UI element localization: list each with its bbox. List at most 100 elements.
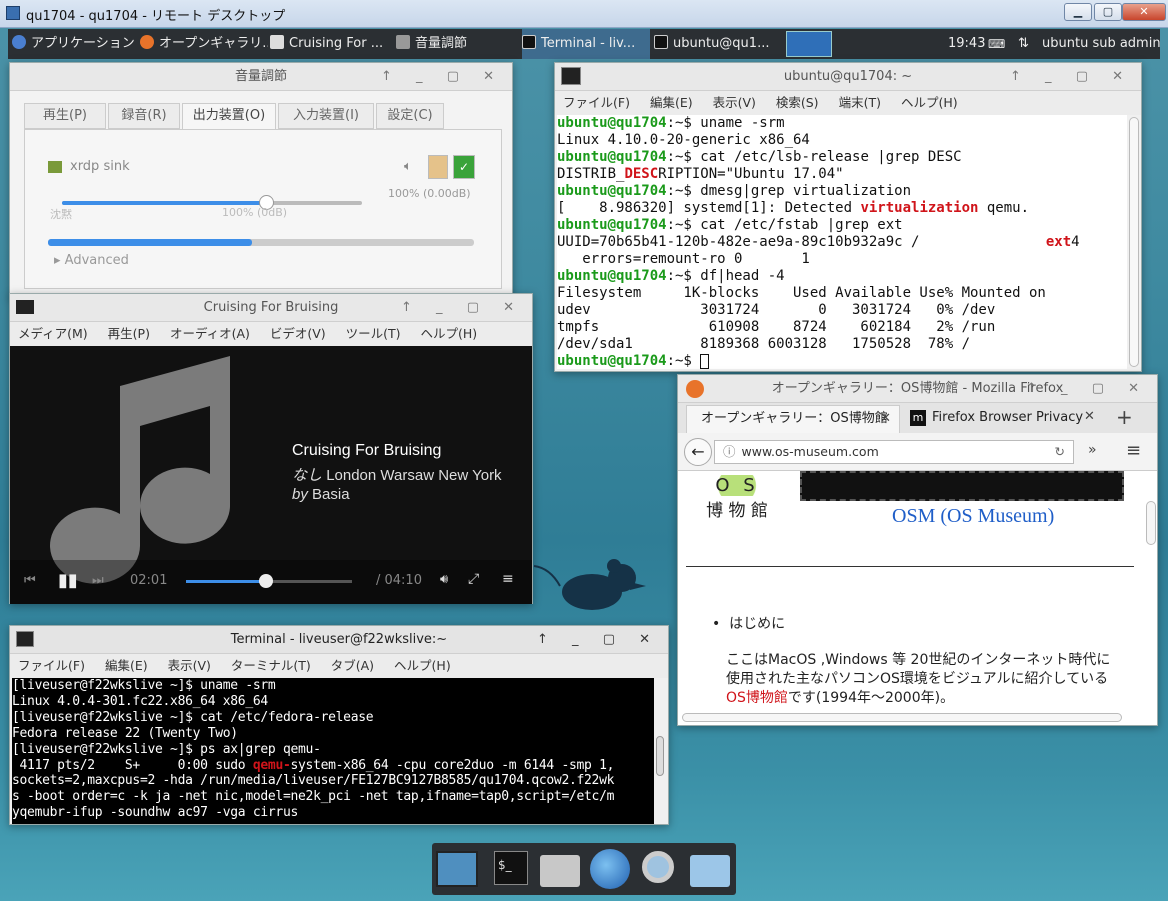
firefox-titlebar: オープンギャラリー：OS博物館 - Mozilla Firefox ↑ _ ▢ ✕ [678, 375, 1157, 403]
fedora-terminal-output[interactable]: [liveuser@f22wkslive ~]$ uname -srm Linux… [12, 678, 654, 824]
terminal-launcher-icon[interactable]: $_ [494, 851, 528, 885]
terminal-scrollbar[interactable] [656, 736, 664, 776]
horizontal-scrollbar[interactable] [682, 713, 1122, 722]
seek-bar[interactable] [186, 574, 352, 588]
reload-icon[interactable]: ↻ [1055, 441, 1065, 463]
pause-icon[interactable]: ▮▮ [58, 570, 78, 591]
window-controls[interactable]: ↑ _ ▢ ✕ [381, 63, 504, 91]
search-icon[interactable] [642, 851, 674, 883]
terminal-line: tmpfs 610908 8724 602184 2% /run [557, 319, 996, 335]
menu-play[interactable]: 再生(P) [108, 326, 150, 341]
mozilla-icon: m [910, 410, 926, 426]
new-tab-icon[interactable]: + [1116, 405, 1133, 429]
show-desktop-icon[interactable] [436, 851, 478, 887]
back-icon[interactable]: ← [684, 438, 712, 466]
home-folder-icon[interactable] [540, 855, 580, 887]
web-browser-icon[interactable] [590, 849, 630, 889]
applications-menu[interactable]: アプリケーション [12, 29, 136, 59]
overflow-icon[interactable]: » [1088, 442, 1097, 458]
menu-help[interactable]: ヘルプ(H) [901, 95, 958, 110]
menu-tabs[interactable]: タブ(A) [331, 658, 374, 673]
terminal-scrollbar[interactable] [1129, 117, 1139, 367]
seek-knob[interactable] [258, 574, 273, 588]
window-controls[interactable]: ↑ _ ▢ ✕ [1026, 375, 1149, 403]
player-controls: ⏮ ▮▮ ⏭ 02:01 / 04:10 🔊︎ ⤢ ≡ [10, 560, 532, 604]
rdp-title: qu1704 - qu1704 - リモート デスクトップ [26, 9, 286, 24]
track-artist: by Basia [292, 486, 350, 503]
menu-help[interactable]: ヘルプ(H) [394, 658, 451, 673]
player-icon [270, 35, 284, 49]
terminal-line: [liveuser@f22wkslive ~]$ ps ax|grep qemu… [12, 741, 321, 757]
prompt: ubuntu@qu1704 [557, 149, 667, 165]
tab-playback[interactable]: 再生(P) [24, 103, 106, 129]
menu-file[interactable]: ファイル(F) [563, 95, 630, 110]
tab-input[interactable]: 入力装置(I) [278, 103, 374, 129]
fullscreen-icon[interactable]: ⤢ [468, 571, 479, 587]
rdp-maximize-button[interactable]: ▢ [1094, 3, 1122, 21]
menu-edit[interactable]: 編集(E) [650, 95, 693, 110]
task-firefox[interactable]: オープンギャラリ... [140, 29, 268, 59]
hamburger-menu-icon[interactable]: ≡ [1126, 440, 1141, 461]
os-museum-link[interactable]: OS博物館 [726, 690, 788, 706]
tab-output[interactable]: 出力装置(O) [182, 103, 276, 130]
terminal-line: ubuntu@qu1704:~$ cat /etc/lsb-release |g… [557, 149, 962, 165]
firefox-window: オープンギャラリー：OS博物館 - Mozilla Firefox ↑ _ ▢ ✕… [677, 374, 1158, 726]
task-ubuntu-terminal[interactable]: ubuntu@qu1... [654, 29, 782, 59]
tab-firefox-privacy[interactable]: m Firefox Browser Privacy [904, 405, 1100, 433]
mute-toggle[interactable]: ✓ [453, 155, 475, 179]
menu-audio[interactable]: オーディオ(A) [170, 326, 250, 341]
grep-match: qemu- [252, 757, 291, 773]
keyboard-icon[interactable]: ⌨ [988, 29, 1018, 59]
network-icon[interactable]: ⇅ [1018, 29, 1042, 59]
workspace-switcher[interactable] [786, 31, 832, 57]
nav-toolbar: ← ⓘ www.os-museum.com ↻ » ≡ [678, 433, 1157, 471]
next-icon[interactable]: ⏭ [92, 573, 104, 588]
ubuntu-terminal-output[interactable]: ubuntu@qu1704:~$ uname -srm Linux 4.10.0-… [557, 115, 1127, 369]
window-controls[interactable]: ↑ _ ▢ ✕ [401, 294, 524, 322]
menu-video[interactable]: ビデオ(V) [270, 326, 326, 341]
top-panel: アプリケーション オープンギャラリ... Cruising For ... 音量… [8, 29, 1160, 59]
banner-title: OSM (OS Museum) [892, 505, 1055, 527]
terminal-line: ubuntu@qu1704:~$ [557, 353, 1127, 369]
advanced-expander[interactable]: ▸ Advanced [54, 253, 129, 268]
menu-terminal[interactable]: ターミナル(T) [231, 658, 311, 673]
video-area[interactable]: Cruising For Bruising なし London Warsaw N… [10, 346, 532, 604]
terminal-line: ubuntu@qu1704:~$ uname -srm [557, 115, 785, 131]
volume-slider[interactable] [62, 195, 362, 210]
tab-record[interactable]: 録音(R) [108, 103, 180, 129]
terminal-line: Linux 4.0.4-301.fc22.x86_64 x86_64 [12, 693, 268, 709]
close-tab-icon[interactable]: ✕ [1084, 409, 1095, 424]
playlist-menu-icon[interactable]: ≡ [502, 571, 514, 587]
info-icon[interactable]: ⓘ [723, 444, 736, 459]
lock-button[interactable] [428, 155, 448, 179]
menu-search[interactable]: 検索(S) [776, 95, 819, 110]
menu-view[interactable]: 表示(V) [713, 95, 756, 110]
menu-media[interactable]: メディア(M) [18, 326, 88, 341]
device-icon [48, 161, 62, 173]
rdp-minimize-button[interactable]: ▁ [1064, 3, 1092, 21]
user-name[interactable]: ubuntu sub admin [1042, 29, 1160, 59]
menu-tools[interactable]: ツール(T) [346, 326, 401, 341]
folder-icon[interactable] [690, 855, 730, 887]
window-controls[interactable]: ↑ _ ▢ ✕ [537, 626, 660, 654]
grep-match: DESC [624, 166, 659, 182]
tab-os-museum[interactable]: オープンギャラリー：OS博物館 ✕ [686, 405, 900, 433]
previous-icon[interactable]: ⏮ [24, 573, 36, 588]
menu-view[interactable]: 表示(V) [168, 658, 211, 673]
music-note-icon [50, 356, 230, 584]
volume-slider-fill [62, 201, 266, 205]
window-controls[interactable]: ↑ _ ▢ ✕ [1010, 63, 1133, 91]
close-tab-icon[interactable]: ✕ [880, 406, 891, 432]
task-fedora-terminal[interactable]: Terminal - liv... [522, 29, 650, 59]
menu-file[interactable]: ファイル(F) [18, 658, 85, 673]
menu-edit[interactable]: 編集(E) [105, 658, 148, 673]
rdp-close-button[interactable]: ✕ [1122, 3, 1166, 21]
url-bar[interactable]: ⓘ www.os-museum.com ↻ [714, 440, 1074, 464]
menu-help[interactable]: ヘルプ(H) [421, 326, 478, 341]
menu-terminal[interactable]: 端末(T) [839, 95, 881, 110]
vertical-scrollbar[interactable] [1146, 501, 1156, 545]
volume-icon[interactable]: 🔊︎ [440, 572, 448, 587]
tab-settings[interactable]: 設定(C) [376, 103, 444, 129]
task-player[interactable]: Cruising For ... [270, 29, 392, 59]
task-volume[interactable]: 音量調節 [396, 29, 516, 59]
